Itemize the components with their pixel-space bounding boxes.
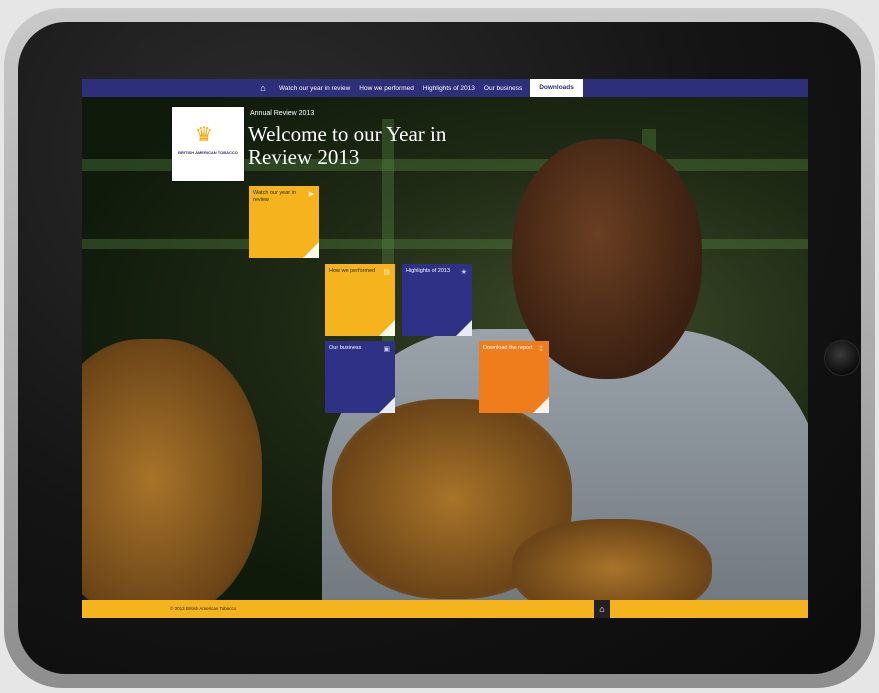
- screen: ⌂ Watch our year in review How we perfor…: [82, 79, 808, 618]
- page-fold-icon: [379, 397, 395, 413]
- nav-item-performance[interactable]: How we performed: [359, 85, 414, 92]
- downloads-button[interactable]: Downloads: [530, 79, 583, 97]
- footer-bar: © 2013 British American Tobacco ⌂: [82, 600, 808, 618]
- nav-item-watch[interactable]: Watch our year in review: [279, 85, 350, 92]
- page-fold-icon: [533, 397, 549, 413]
- footer-home-icon[interactable]: ⌂: [594, 600, 610, 618]
- crown-leaf-icon: ♛: [195, 124, 213, 146]
- page-fold-icon: [303, 242, 319, 258]
- download-icon: ↧: [538, 346, 544, 353]
- home-icon[interactable]: ⌂: [256, 81, 270, 95]
- tile-our-business[interactable]: Our business ▣: [325, 341, 395, 413]
- tile-label: Download the report: [483, 345, 533, 351]
- tile-watch-year-in-review[interactable]: Watch our year in review ▶: [249, 186, 319, 258]
- star-icon: ★: [460, 269, 467, 276]
- briefcase-icon: ▣: [383, 346, 390, 353]
- tile-label: How we performed: [329, 268, 376, 274]
- tobacco-leaves-photo: [82, 339, 262, 618]
- page-fold-icon: [456, 320, 472, 336]
- tile-label: Watch our year in review: [253, 190, 296, 203]
- page-title: Welcome to our Year in Review 2013: [248, 122, 447, 169]
- tile-highlights-2013[interactable]: Highlights of 2013 ★: [402, 264, 472, 336]
- tile-download-report[interactable]: Download the report ↧: [479, 341, 549, 413]
- page-fold-icon: [379, 320, 395, 336]
- tile-label: Highlights of 2013: [406, 268, 451, 274]
- tile-label: Our business: [329, 345, 362, 351]
- brand-logo-text: BRITISH AMERICAN TOBACCO: [178, 150, 238, 155]
- nav-item-highlights[interactable]: Highlights of 2013: [423, 85, 475, 92]
- nav-item-business[interactable]: Our business: [484, 85, 522, 92]
- ipad-home-button: [824, 340, 860, 376]
- chart-icon: ▤: [383, 269, 390, 276]
- play-icon: ▶: [308, 191, 314, 198]
- copyright-text: © 2013 British American Tobacco: [170, 606, 237, 611]
- tile-how-we-performed[interactable]: How we performed ▤: [325, 264, 395, 336]
- page-eyebrow: Annual Review 2013: [250, 110, 315, 117]
- brand-logo[interactable]: ♛ BRITISH AMERICAN TOBACCO: [172, 107, 244, 181]
- top-nav: ⌂ Watch our year in review How we perfor…: [82, 79, 808, 97]
